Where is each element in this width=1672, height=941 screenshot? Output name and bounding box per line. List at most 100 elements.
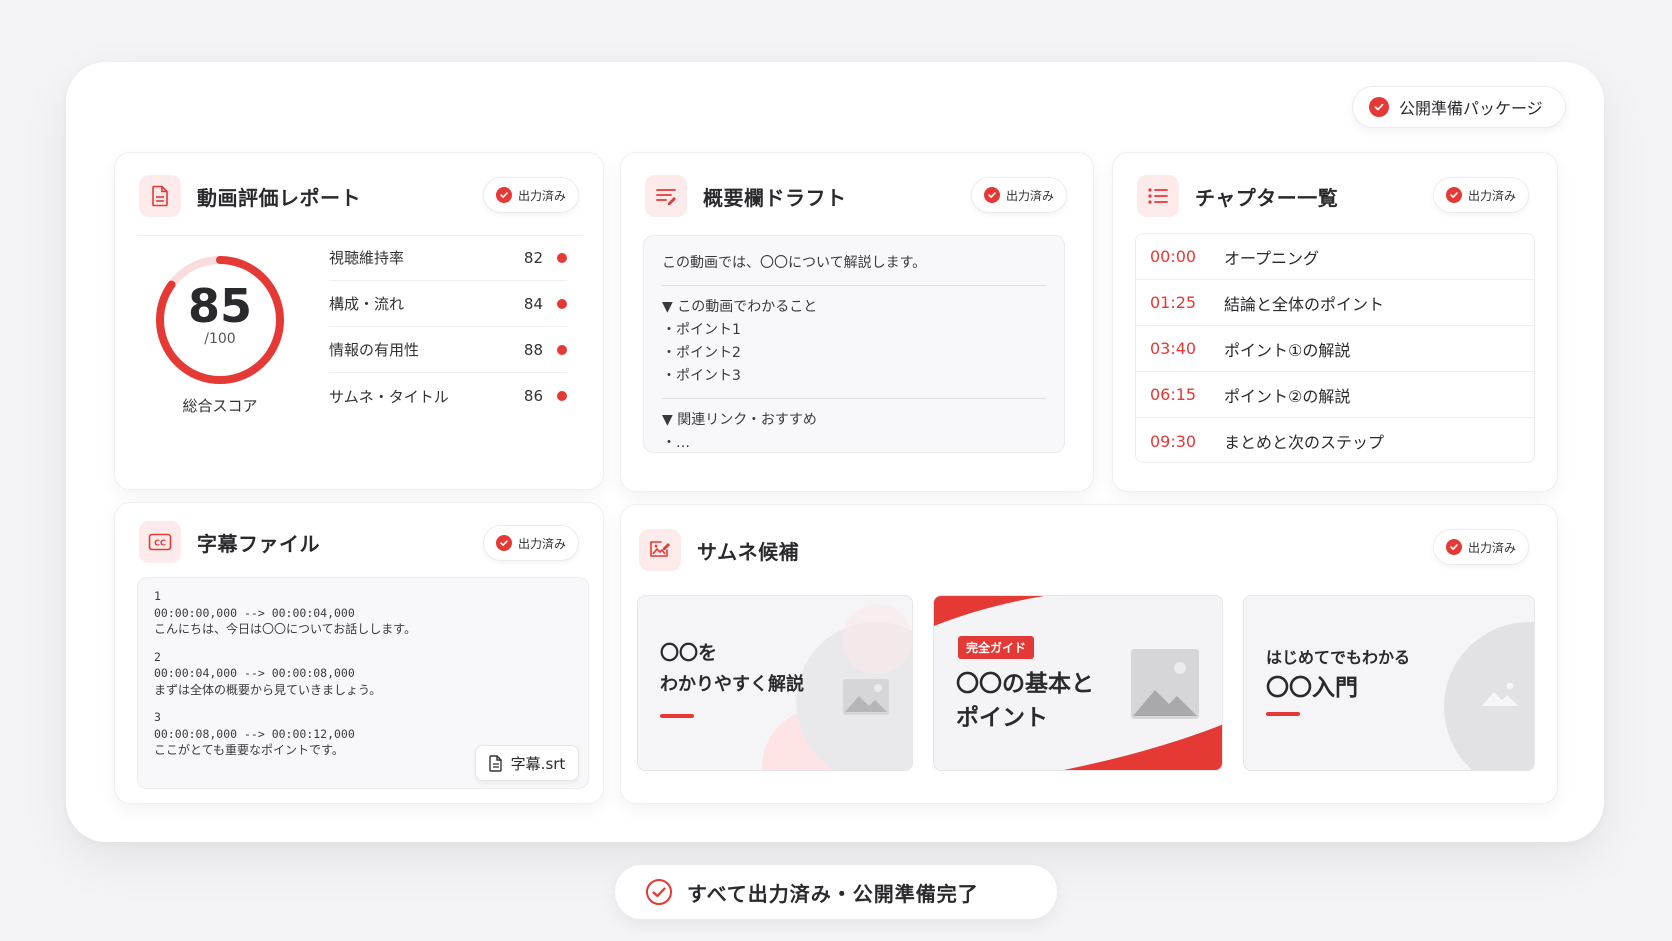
image-edit-icon xyxy=(639,529,681,571)
list-item: ・ポイント2 xyxy=(662,345,741,361)
metric-value: 84 xyxy=(523,294,543,313)
score-label: 総合スコア xyxy=(182,397,258,415)
metric-label: 情報の有用性 xyxy=(329,341,420,359)
chapter-name: オープニング xyxy=(1224,248,1320,268)
text-lines-icon xyxy=(645,175,687,217)
chapter-name: まとめと次のステップ xyxy=(1224,433,1385,452)
status-dot xyxy=(557,252,567,263)
description-intro: この動画では、〇〇について解説します。 xyxy=(662,255,927,271)
thumbnail-candidate-1[interactable]: 〇〇を わかりやすく解説 xyxy=(637,595,913,771)
subtitle-timing: 00:00:04,000 --> 00:00:08,000 xyxy=(154,666,355,680)
chapter-row[interactable]: 03:40 ポイント①の解説 xyxy=(1136,326,1534,372)
metric-value: 88 xyxy=(523,340,543,359)
check-icon xyxy=(496,187,512,203)
subtitle-index: 3 xyxy=(154,710,161,724)
metric-row: 構成・流れ 84 xyxy=(329,281,567,327)
check-icon xyxy=(984,187,1000,203)
chapter-list: 00:00 オープニング 01:25 結論と全体のポイント 03:40 ポイント①の解… xyxy=(1135,233,1535,463)
check-icon xyxy=(1446,187,1462,203)
thumbnail-line1: はじめてでもわかる xyxy=(1266,648,1411,667)
accent-underline xyxy=(1266,712,1300,716)
chapter-time: 01:25 xyxy=(1150,293,1197,312)
report-card: 動画評価レポート 出力済み 85 /100 総合スコア 視聴維持率 82 構成・… xyxy=(114,152,604,490)
status-dot xyxy=(557,344,567,355)
report-title: 動画評価レポート xyxy=(197,185,361,210)
chapter-name: 結論と全体のポイント xyxy=(1224,294,1385,314)
metric-label: サムネ・タイトル xyxy=(329,387,449,406)
description-text[interactable]: この動画では、〇〇について解説します。 ▼ この動画でわかること ・ポイント1 … xyxy=(643,235,1065,453)
document-icon xyxy=(139,175,181,217)
metric-label: 構成・流れ xyxy=(329,295,405,313)
metric-row: 情報の有用性 88 xyxy=(329,327,567,373)
chapter-row[interactable]: 06:15 ポイント②の解説 xyxy=(1136,372,1534,418)
score-max: /100 xyxy=(204,331,236,347)
status-dot xyxy=(557,391,567,401)
subtitle-index: 1 xyxy=(154,589,161,603)
output-badge-label: 出力済み xyxy=(1468,188,1517,203)
subtitles-title: 字幕ファイル xyxy=(197,531,320,556)
completion-status: すべて出力済み・公開準備完了 xyxy=(614,864,1058,920)
list-item: ・… xyxy=(662,435,690,451)
srt-file-name: 字幕.srt xyxy=(510,754,566,773)
status-dot xyxy=(557,298,567,309)
metric-row: サムネ・タイトル 86 xyxy=(329,373,567,419)
file-icon xyxy=(488,754,502,772)
description-card: 概要欄ドラフト 出力済み この動画では、〇〇について解説します。 ▼ この動画で… xyxy=(620,152,1094,492)
metric-row: 視聴維持率 82 xyxy=(329,235,567,281)
check-icon xyxy=(1446,539,1462,555)
thumbnail-candidate-2[interactable]: 完全ガイド 〇〇の基本と ポイント xyxy=(933,595,1223,771)
thumbnails-card: サムネ候補 出力済み 〇〇を わかりやすく解説 完全ガイド 〇〇の基本と ポイン… xyxy=(620,504,1558,804)
thumbnail-line2: わかりやすく解説 xyxy=(660,674,804,695)
accent-underline xyxy=(660,714,694,718)
completion-status-label: すべて出力済み・公開準備完了 xyxy=(687,881,979,906)
chapter-time: 03:40 xyxy=(1150,339,1197,358)
thumbnail-line2: 〇〇入門 xyxy=(1266,675,1358,701)
metric-value: 82 xyxy=(523,248,543,267)
image-placeholder-icon xyxy=(1482,682,1518,706)
check-icon xyxy=(1369,97,1389,117)
srt-file-button[interactable]: 字幕.srt xyxy=(475,745,579,781)
check-circle-icon xyxy=(646,879,672,905)
output-badge-label: 出力済み xyxy=(1468,540,1517,555)
subtitle-timing: 00:00:00,000 --> 00:00:04,000 xyxy=(154,605,355,620)
chapter-row[interactable]: 01:25 結論と全体のポイント xyxy=(1136,280,1534,326)
output-badge: 出力済み xyxy=(1433,177,1530,213)
subtitle-text: こんにちは、今日は〇〇についてお話しします。 xyxy=(154,622,417,636)
score-value: 85 xyxy=(187,279,252,333)
list-item: ・ポイント1 xyxy=(662,322,741,338)
thumbnail-line1: 〇〇の基本と xyxy=(956,671,1094,697)
description-title: 概要欄ドラフト xyxy=(703,185,847,210)
section-heading: ▼ この動画でわかること xyxy=(662,299,818,315)
output-badge: 出力済み xyxy=(483,177,580,213)
check-icon xyxy=(496,535,512,551)
chapter-name: ポイント②の解説 xyxy=(1224,386,1351,406)
package-badge-label: 公開準備パッケージ xyxy=(1399,99,1543,118)
subtitles-card: CC 字幕ファイル 出力済み 1 00:00:00,000 --> 00:00:… xyxy=(114,502,604,804)
closed-caption-icon: CC xyxy=(139,521,181,563)
subtitle-text: まずは全体の概要から見ていきましょう。 xyxy=(154,682,382,697)
thumbnail-candidate-3[interactable]: はじめてでもわかる 〇〇入門 xyxy=(1243,595,1535,771)
list-item: ・ポイント3 xyxy=(662,368,741,384)
output-badge: 出力済み xyxy=(1433,529,1530,565)
subtitle-index: 2 xyxy=(154,649,161,664)
chapter-row[interactable]: 09:30 まとめと次のステップ xyxy=(1136,418,1534,464)
subtitle-timing: 00:00:08,000 --> 00:00:12,000 xyxy=(154,726,355,741)
chapters-title: チャプター一覧 xyxy=(1195,185,1339,210)
output-badge-label: 出力済み xyxy=(518,188,567,203)
image-placeholder-icon xyxy=(843,679,889,715)
image-placeholder-icon xyxy=(1131,649,1199,719)
thumbnail-tag: 完全ガイド xyxy=(958,636,1035,659)
chapter-name: ポイント①の解説 xyxy=(1224,340,1351,360)
chapter-time: 09:30 xyxy=(1150,431,1197,451)
output-badge-label: 出力済み xyxy=(1006,188,1055,203)
section-heading: ▼ 関連リンク・おすすめ xyxy=(662,412,817,428)
thumbnail-line1: 〇〇を xyxy=(660,642,718,664)
metric-value: 86 xyxy=(523,387,543,405)
chapter-time: 00:00 xyxy=(1150,247,1197,266)
chapter-row[interactable]: 00:00 オープニング xyxy=(1136,234,1534,280)
list-icon xyxy=(1137,175,1179,217)
output-badge-label: 出力済み xyxy=(518,536,567,551)
package-badge: 公開準備パッケージ xyxy=(1352,86,1566,128)
metric-label: 視聴維持率 xyxy=(329,249,405,267)
thumbnails-title: サムネ候補 xyxy=(697,539,800,564)
